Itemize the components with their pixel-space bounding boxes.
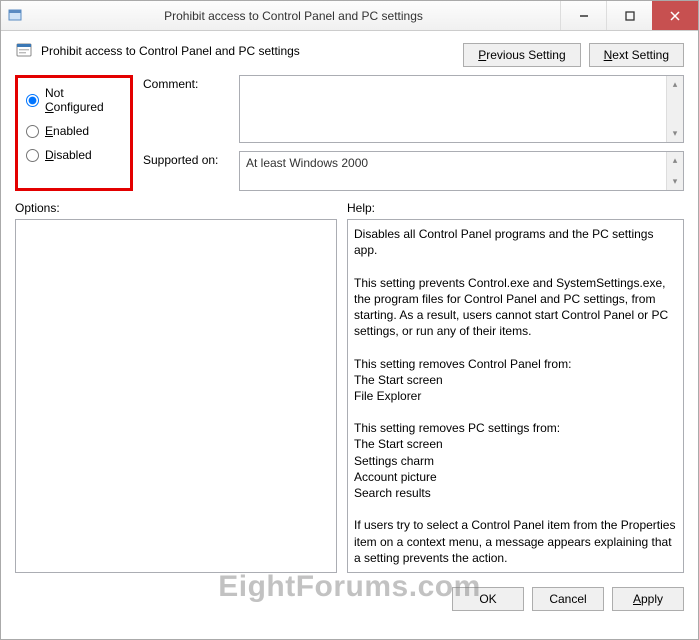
scroll-up-icon: ▴: [667, 152, 683, 169]
prev-rest: revious Setting: [486, 48, 565, 62]
cancel-button[interactable]: Cancel: [532, 587, 604, 611]
policy-heading: Prohibit access to Control Panel and PC …: [41, 44, 300, 58]
help-label: Help:: [347, 201, 684, 215]
radio-not-configured-input[interactable]: [26, 94, 39, 107]
maximize-button[interactable]: [606, 1, 652, 30]
radio-disabled[interactable]: Disabled: [24, 148, 124, 162]
supported-box: At least Windows 2000 ▴ ▾: [239, 151, 684, 191]
options-label: Options:: [15, 201, 337, 215]
header-row: Prohibit access to Control Panel and PC …: [15, 41, 684, 67]
comment-input[interactable]: [240, 76, 666, 142]
comment-box: ▴ ▾: [239, 75, 684, 143]
scroll-down-icon: ▾: [667, 173, 683, 190]
minimize-button[interactable]: [560, 1, 606, 30]
supported-scrollbar[interactable]: ▴ ▾: [666, 152, 683, 190]
close-button[interactable]: [652, 1, 698, 30]
help-column: Help: Disables all Control Panel program…: [347, 201, 684, 573]
scroll-up-icon: ▴: [667, 76, 683, 93]
comment-label: Comment:: [143, 75, 233, 91]
policy-icon: [15, 41, 35, 61]
nav-buttons: Previous Setting Next Setting: [463, 43, 684, 67]
supported-row: Supported on: At least Windows 2000 ▴ ▾: [143, 151, 684, 191]
options-panel: [15, 219, 337, 573]
config-row: Not Configured Enabled Disabled Comment:…: [15, 75, 684, 191]
comment-row: Comment: ▴ ▾: [143, 75, 684, 143]
radio-enabled-input[interactable]: [26, 125, 39, 138]
next-rest: ext Setting: [612, 48, 669, 62]
supported-label: Supported on:: [143, 151, 233, 167]
previous-setting-button[interactable]: Previous Setting: [463, 43, 580, 67]
window-controls: [560, 1, 698, 30]
state-radio-group: Not Configured Enabled Disabled: [15, 75, 133, 191]
options-column: Options:: [15, 201, 337, 573]
radio-disabled-input[interactable]: [26, 149, 39, 162]
ok-button[interactable]: OK: [452, 587, 524, 611]
dialog-body: Prohibit access to Control Panel and PC …: [1, 31, 698, 581]
radio-enabled[interactable]: Enabled: [24, 124, 124, 138]
header-left: Prohibit access to Control Panel and PC …: [15, 41, 463, 61]
help-panel: Disables all Control Panel programs and …: [347, 219, 684, 573]
config-right: Comment: ▴ ▾ Supported on: At least Wind…: [143, 75, 684, 191]
title-bar: Prohibit access to Control Panel and PC …: [1, 1, 698, 31]
footer: OK Cancel Apply: [1, 587, 698, 621]
lower-row: Options: Help: Disables all Control Pane…: [15, 201, 684, 573]
comment-scrollbar[interactable]: ▴ ▾: [666, 76, 683, 142]
next-setting-button[interactable]: Next Setting: [589, 43, 684, 67]
window-title: Prohibit access to Control Panel and PC …: [27, 9, 560, 23]
supported-text: At least Windows 2000: [240, 152, 666, 190]
apply-button[interactable]: Apply: [612, 587, 684, 611]
app-icon: [7, 8, 23, 24]
scroll-down-icon: ▾: [667, 125, 683, 142]
radio-not-configured[interactable]: Not Configured: [24, 86, 124, 114]
